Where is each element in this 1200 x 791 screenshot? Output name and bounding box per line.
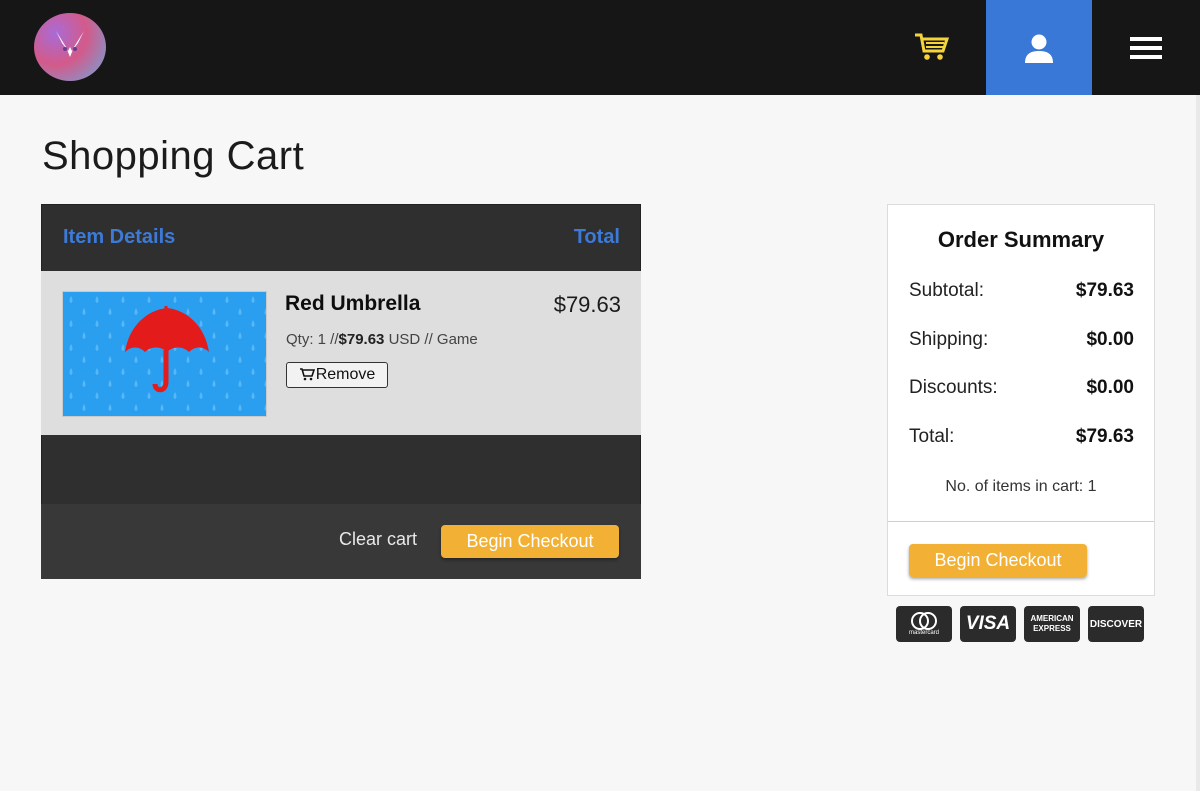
cart-panel: Item Details Total Red Umbrella $79.63 Q…	[41, 204, 641, 579]
mastercard-label: mastercard	[908, 629, 939, 636]
cart-footer: Clear cart Begin Checkout	[41, 504, 641, 579]
order-summary-panel: Order Summary Subtotal: $79.63 Shipping:…	[887, 204, 1155, 596]
mastercard-icon: mastercard	[896, 606, 952, 642]
discounts-value: $0.00	[1086, 377, 1134, 398]
hamburger-menu-icon	[1130, 36, 1162, 59]
shipping-label: Shipping:	[909, 329, 989, 350]
total-value: $79.63	[1075, 426, 1134, 447]
begin-checkout-button[interactable]: Begin Checkout	[441, 525, 619, 558]
payment-methods: mastercard VISA AMERICAN EXPRESS DISCOVE…	[896, 606, 1144, 642]
clear-cart-link[interactable]: Clear cart	[339, 529, 417, 550]
nav-user-button[interactable]	[986, 0, 1092, 95]
item-details-header: Item Details	[63, 226, 176, 248]
shipping-line: Shipping: $0.00	[909, 329, 1134, 351]
total-line: Total: $79.63	[909, 426, 1134, 448]
red-umbrella-image[interactable]	[62, 291, 267, 417]
item-unit-price: $79.63	[338, 331, 385, 348]
item-meta: Qty: 1 //$79.63 USD // Game	[286, 331, 478, 348]
remove-item-button[interactable]: Remove	[286, 362, 388, 388]
total-label: Total:	[909, 426, 955, 447]
item-price: $79.63	[553, 292, 621, 317]
shopping-cart-icon	[915, 33, 950, 60]
subtotal-line: Subtotal: $79.63	[909, 280, 1134, 302]
amex-label-2: EXPRESS	[1033, 624, 1071, 633]
user-icon	[1025, 34, 1053, 63]
summary-begin-checkout-button[interactable]: Begin Checkout	[909, 544, 1087, 577]
subtotal-value: $79.63	[1075, 280, 1134, 301]
shipping-value: $0.00	[1086, 329, 1134, 350]
scrollbar-track[interactable]	[1196, 95, 1200, 791]
item-meta-suffix: USD // Game	[384, 331, 478, 348]
summary-divider	[888, 521, 1154, 522]
remove-label: Remove	[315, 366, 376, 383]
discounts-line: Discounts: $0.00	[909, 377, 1134, 399]
cart-item-row: Red Umbrella $79.63 Qty: 1 //$79.63 USD …	[41, 271, 641, 435]
cart-header: Item Details Total	[41, 204, 641, 271]
order-summary-title: Order Summary	[937, 227, 1105, 252]
items-count: No. of items in cart: 1	[945, 478, 1097, 495]
discover-label: DISCOVER	[1089, 618, 1143, 630]
item-qty: Qty: 1 //	[286, 331, 339, 348]
item-name[interactable]: Red Umbrella	[285, 292, 420, 316]
rabbit-logo-icon[interactable]	[34, 13, 106, 81]
discover-icon: DISCOVER	[1088, 606, 1144, 642]
visa-label: VISA	[965, 613, 1011, 634]
visa-icon: VISA	[960, 606, 1016, 642]
amex-icon: AMERICAN EXPRESS	[1024, 606, 1080, 642]
page-title: Shopping Cart	[42, 134, 305, 178]
total-header: Total	[573, 226, 620, 248]
top-navigation-bar	[0, 0, 1200, 95]
subtotal-label: Subtotal:	[909, 280, 984, 301]
discounts-label: Discounts:	[909, 377, 998, 398]
hamburger-menu-button[interactable]	[1092, 0, 1200, 95]
cart-remove-icon	[299, 367, 315, 384]
amex-label-1: AMERICAN	[1030, 614, 1074, 623]
nav-cart-button[interactable]	[896, 14, 968, 80]
